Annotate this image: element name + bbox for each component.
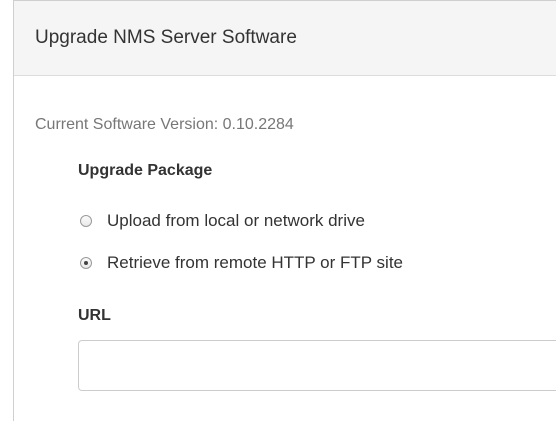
option-retrieve-remote-label: Retrieve from remote HTTP or FTP site [107, 253, 403, 272]
upgrade-panel: Upgrade NMS Server Software Current Soft… [13, 0, 556, 421]
option-upload-local[interactable]: Upload from local or network drive [80, 211, 365, 231]
option-retrieve-remote[interactable]: Retrieve from remote HTTP or FTP site [80, 253, 403, 273]
current-version-text: Current Software Version: 0.10.2284 [35, 116, 294, 133]
url-label: URL [78, 307, 111, 324]
radio-retrieve-remote[interactable] [80, 257, 92, 269]
url-input[interactable] [78, 340, 556, 391]
radio-upload-local[interactable] [80, 215, 92, 227]
panel-header: Upgrade NMS Server Software [14, 1, 556, 76]
option-upload-local-label: Upload from local or network drive [107, 211, 365, 230]
panel-title: Upgrade NMS Server Software [35, 27, 297, 48]
upgrade-package-heading: Upgrade Package [78, 162, 213, 179]
